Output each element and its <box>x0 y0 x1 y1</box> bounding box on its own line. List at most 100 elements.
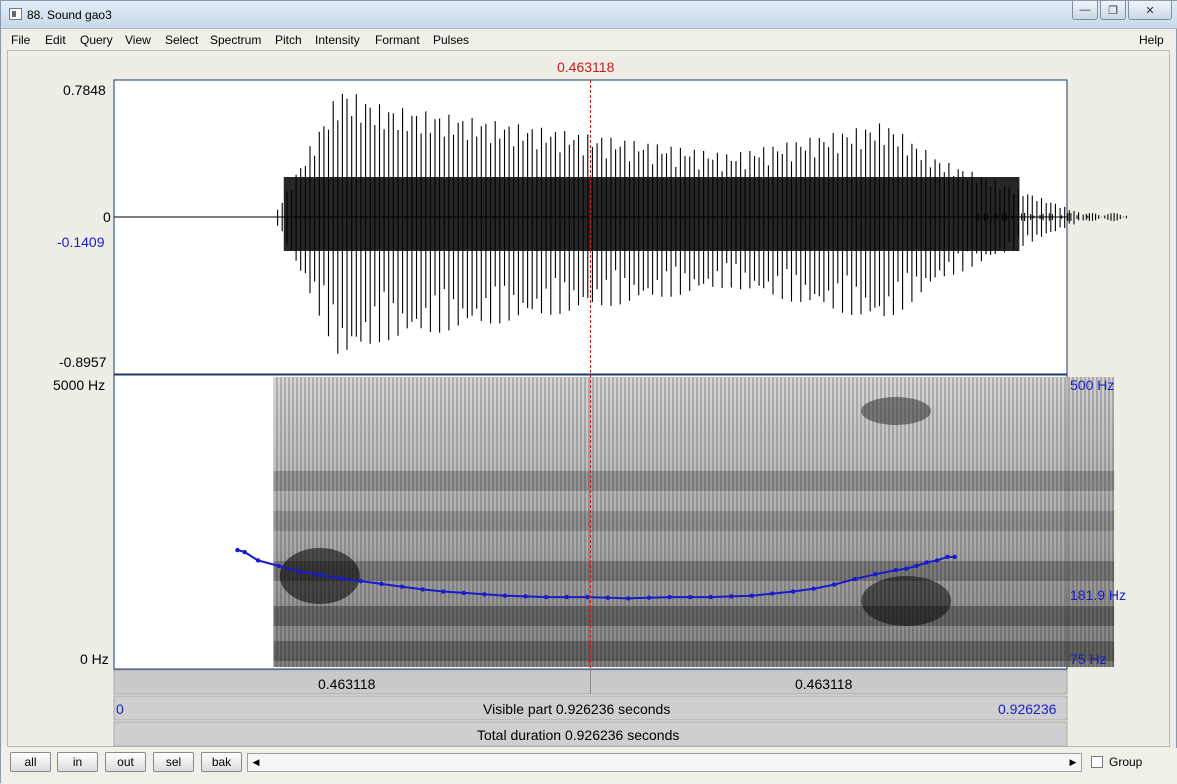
spectrogram-min-freq-label: 0 Hz <box>80 651 109 667</box>
minimize-button[interactable]: — <box>1072 1 1098 20</box>
pitch-point <box>790 589 796 594</box>
pitch-point <box>687 594 693 600</box>
spectrogram-max-freq-label: 5000 Hz <box>53 377 106 393</box>
visible-part-label: Visible part 0.926236 seconds <box>483 701 671 717</box>
pitch-point <box>646 595 652 600</box>
pitch-cursor-label: 181.9 Hz <box>1070 587 1127 603</box>
pitch-min-label: 75 Hz <box>1070 651 1107 667</box>
menu-select[interactable]: Select <box>165 33 198 47</box>
waveform-cursor-value-label: -0.1409 <box>57 234 105 250</box>
pitch-point <box>399 584 405 589</box>
menu-query[interactable]: Query <box>80 33 113 47</box>
pitch-point <box>543 594 549 600</box>
pitch-point <box>667 594 672 600</box>
pitch-point <box>914 563 919 569</box>
scroll-right-arrow-icon[interactable]: ▶ <box>1065 754 1081 771</box>
pitch-point <box>255 558 261 563</box>
pitch-point <box>358 578 364 584</box>
cursor-time-label: 0.463118 <box>557 59 615 75</box>
pitch-point <box>934 558 940 563</box>
pitch-point <box>242 549 247 555</box>
pitch-point <box>297 569 302 574</box>
pitch-point <box>873 572 878 577</box>
pitch-point <box>564 594 569 600</box>
pitch-point <box>502 593 508 598</box>
pitch-point <box>461 590 467 596</box>
pitch-point <box>952 554 957 560</box>
waveform-core <box>283 177 1020 251</box>
editor-drawing-area[interactable]: 0.463118 0.7848 0 -0.1409 -0.8957 5000 H… <box>7 50 1170 747</box>
editor-canvas[interactable] <box>8 51 1171 748</box>
spectrogram-image <box>273 377 1115 667</box>
pitch-point <box>852 576 858 582</box>
zoom-out-button[interactable]: out <box>105 752 146 772</box>
visible-start-label: 0 <box>116 701 124 717</box>
total-duration-label: Total duration 0.926236 seconds <box>477 727 680 743</box>
pitch-point <box>317 572 322 578</box>
horizontal-scrollbar[interactable]: ◀ ▶ <box>247 753 1082 772</box>
pitch-point <box>379 581 384 587</box>
waveform-max-label: 0.7848 <box>63 82 106 98</box>
pitch-point <box>338 576 343 581</box>
pitch-point <box>924 560 930 565</box>
energy-blob <box>861 576 952 626</box>
menu-file[interactable]: File <box>11 33 30 47</box>
group-label: Group <box>1109 755 1143 769</box>
pitch-point <box>708 594 713 600</box>
pitch-point <box>523 594 528 599</box>
pitch-point <box>585 594 590 600</box>
pitch-point <box>441 589 446 594</box>
formant-band <box>273 511 1115 531</box>
pitch-point <box>893 567 899 573</box>
zoom-all-button[interactable]: all <box>10 752 51 772</box>
pitch-point <box>235 547 240 553</box>
title-bar: 88. Sound gao3 — ❐ ✕ <box>1 1 1177 29</box>
waveform-min-label: -0.8957 <box>59 354 107 370</box>
zoom-selection-button[interactable]: sel <box>153 752 194 772</box>
menu-view[interactable]: View <box>125 33 151 47</box>
menu-intensity[interactable]: Intensity <box>315 33 360 47</box>
formant-band <box>273 641 1115 661</box>
menu-pulses[interactable]: Pulses <box>433 33 469 47</box>
menu-bar: File Edit Query View Select Spectrum Pit… <box>7 30 1170 50</box>
close-button[interactable]: ✕ <box>1128 1 1172 20</box>
right-segment-label: 0.463118 <box>795 676 853 692</box>
pitch-point <box>811 586 816 591</box>
pitch-point <box>276 563 281 569</box>
menu-formant[interactable]: Formant <box>375 33 420 47</box>
left-segment-label: 0.463118 <box>318 676 376 692</box>
minimize-icon: — <box>1079 4 1091 16</box>
group-checkbox[interactable] <box>1091 756 1103 768</box>
sound-editor-window: 88. Sound gao3 — ❐ ✕ File Edit Query Vie… <box>0 0 1177 784</box>
formant-band <box>273 471 1115 491</box>
formant-band <box>273 561 1115 581</box>
menu-pitch[interactable]: Pitch <box>275 33 302 47</box>
pitch-point <box>729 594 734 599</box>
energy-blob <box>860 397 931 425</box>
formant-band <box>273 606 1115 626</box>
pitch-point <box>832 582 837 587</box>
pitch-max-label: 500 Hz <box>1070 377 1115 393</box>
close-icon: ✕ <box>1145 4 1155 17</box>
bottom-toolbar: all in out sel bak ◀ ▶ Group <box>1 748 1177 784</box>
pitch-point <box>904 566 909 571</box>
window-title: 88. Sound gao3 <box>27 8 112 22</box>
pitch-point <box>749 593 755 598</box>
menu-edit[interactable]: Edit <box>45 33 66 47</box>
pitch-point <box>626 596 631 601</box>
pitch-point <box>605 595 611 600</box>
pitch-point <box>770 591 775 596</box>
praat-window-icon <box>9 8 22 20</box>
restore-icon: ❐ <box>1108 4 1118 17</box>
menu-help[interactable]: Help <box>1139 33 1164 47</box>
pitch-point <box>945 554 950 560</box>
scroll-left-arrow-icon[interactable]: ◀ <box>248 754 264 771</box>
menu-spectrum[interactable]: Spectrum <box>210 33 261 47</box>
zoom-in-button[interactable]: in <box>57 752 98 772</box>
waveform-zero-label: 0 <box>103 209 111 225</box>
visible-end-label: 0.926236 <box>998 701 1057 717</box>
pitch-point <box>420 587 425 592</box>
pitch-point <box>482 592 487 597</box>
zoom-back-button[interactable]: bak <box>201 752 242 772</box>
maximize-button[interactable]: ❐ <box>1100 1 1126 20</box>
